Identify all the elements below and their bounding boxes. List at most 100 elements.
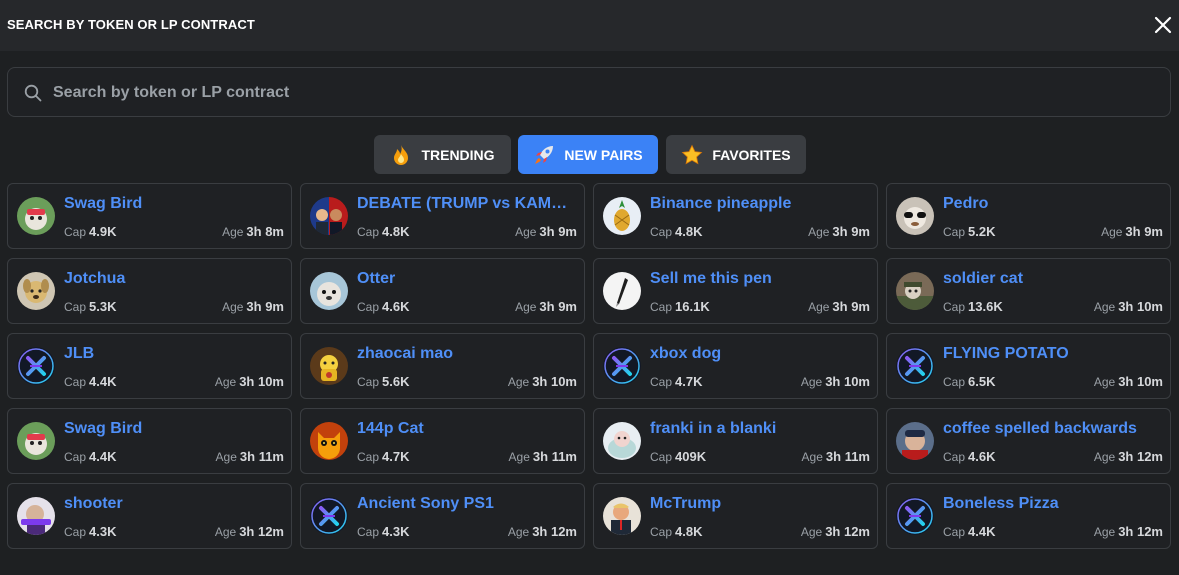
token-name[interactable]: zhaocai mao: [357, 345, 573, 363]
token-meta: Cap 4.4K Age 3h 11m: [64, 449, 284, 467]
token-meta: Cap 4.4K Age 3h 12m: [943, 524, 1163, 542]
token-name[interactable]: Sell me this pen: [650, 270, 866, 288]
cap-label: Cap: [650, 375, 673, 389]
cap-value: 13.6K: [968, 299, 1003, 314]
token-card[interactable]: Swag Bird Cap 4.9K Age 3h 8m: [7, 183, 292, 249]
token-card[interactable]: Boneless Pizza Cap 4.4K Age 3h 12m: [886, 483, 1171, 549]
age: Age 3h 9m: [808, 299, 870, 314]
age: Age 3h 10m: [1094, 299, 1163, 314]
token-card[interactable]: zhaocai mao Cap 5.6K Age 3h 10m: [300, 333, 585, 399]
tab-new-pairs[interactable]: NEW PAIRS: [518, 135, 658, 174]
token-card[interactable]: franki in a blanki Cap 409K Age 3h 11m: [593, 408, 878, 474]
age-value: 3h 9m: [832, 224, 870, 239]
cap-label: Cap: [943, 225, 966, 239]
token-card[interactable]: Ancient Sony PS1 Cap 4.3K Age 3h 12m: [300, 483, 585, 549]
tab-trending[interactable]: TRENDING: [374, 135, 511, 174]
age-label: Age: [1101, 225, 1123, 239]
cap-label: Cap: [650, 525, 673, 539]
token-card[interactable]: Swag Bird Cap 4.4K Age 3h 11m: [7, 408, 292, 474]
token-card[interactable]: McTrump Cap 4.8K Age 3h 12m: [593, 483, 878, 549]
age: Age 3h 10m: [1094, 374, 1163, 389]
token-name[interactable]: coffee spelled backwards: [943, 420, 1159, 438]
token-name[interactable]: McTrump: [650, 495, 866, 513]
cap-value: 4.9K: [89, 224, 117, 239]
token-name[interactable]: Ancient Sony PS1: [357, 495, 573, 513]
pedro-avatar: [896, 197, 934, 235]
token-name[interactable]: JLB: [64, 345, 280, 363]
age-value: 3h 12m: [532, 524, 577, 539]
token-meta: Cap 4.3K Age 3h 12m: [357, 524, 577, 542]
age-label: Age: [1093, 300, 1116, 314]
token-name[interactable]: Swag Bird: [64, 420, 280, 438]
token-name[interactable]: xbox dog: [650, 345, 866, 363]
token-card[interactable]: FLYING POTATO Cap 6.5K Age 3h 10m: [886, 333, 1171, 399]
token-name[interactable]: soldier cat: [943, 270, 1159, 288]
token-name[interactable]: FLYING POTATO: [943, 345, 1159, 363]
pen-avatar: [603, 272, 641, 310]
token-card[interactable]: JLB Cap 4.4K Age 3h 10m: [7, 333, 292, 399]
age-value: 3h 9m: [832, 299, 870, 314]
age: Age 3h 12m: [801, 524, 870, 539]
cap-value: 4.4K: [89, 449, 117, 464]
token-meta: Cap 4.9K Age 3h 8m: [64, 224, 284, 242]
token-name[interactable]: 144p Cat: [357, 420, 573, 438]
otter-avatar: [310, 272, 348, 310]
token-card[interactable]: xbox dog Cap 4.7K Age 3h 10m: [593, 333, 878, 399]
token-card[interactable]: coffee spelled backwards Cap 4.6K Age 3h 12m: [886, 408, 1171, 474]
age-value: 3h 11m: [825, 449, 870, 464]
token-name[interactable]: Otter: [357, 270, 573, 288]
dog-avatar: [17, 272, 55, 310]
token-card[interactable]: Otter Cap 4.6K Age 3h 9m: [300, 258, 585, 324]
close-icon[interactable]: [1154, 16, 1172, 34]
token-name[interactable]: shooter: [64, 495, 280, 513]
cap-label: Cap: [650, 450, 673, 464]
token-meta: Cap 5.2K Age 3h 9m: [943, 224, 1163, 242]
token-card[interactable]: soldier cat Cap 13.6K Age 3h 10m: [886, 258, 1171, 324]
token-name[interactable]: Pedro: [943, 195, 1159, 213]
token-card[interactable]: shooter Cap 4.3K Age 3h 12m: [7, 483, 292, 549]
token-meta: Cap 6.5K Age 3h 10m: [943, 374, 1163, 392]
tab-favorites[interactable]: FAVORITES: [666, 135, 806, 174]
search-input[interactable]: [51, 68, 1155, 118]
age-label: Age: [214, 375, 237, 389]
cap-label: Cap: [64, 450, 87, 464]
x-logo-avatar: [17, 347, 55, 385]
token-card[interactable]: Jotchua Cap 5.3K Age 3h 9m: [7, 258, 292, 324]
age-value: 3h 12m: [825, 524, 870, 539]
cap-value: 4.4K: [89, 374, 117, 389]
token-meta: Cap 4.3K Age 3h 12m: [64, 524, 284, 542]
cap-value: 5.2K: [968, 224, 996, 239]
age-label: Age: [808, 225, 830, 239]
cap-value: 5.6K: [382, 374, 410, 389]
token-name[interactable]: DEBATE (TRUMP vs KAMALA): [357, 195, 573, 213]
age-label: Age: [808, 300, 830, 314]
age-label: Age: [800, 375, 823, 389]
token-card[interactable]: Sell me this pen Cap 16.1K Age 3h 9m: [593, 258, 878, 324]
token-card[interactable]: Binance pineapple Cap 4.8K Age 3h 9m: [593, 183, 878, 249]
age-value: 3h 9m: [1125, 224, 1163, 239]
age-label: Age: [508, 450, 530, 464]
token-card[interactable]: Pedro Cap 5.2K Age 3h 9m: [886, 183, 1171, 249]
token-card[interactable]: DEBATE (TRUMP vs KAMALA) Cap 4.8K Age 3h 9m: [300, 183, 585, 249]
shooter-avatar: [17, 497, 55, 535]
cap-label: Cap: [650, 300, 673, 314]
token-name[interactable]: Boneless Pizza: [943, 495, 1159, 513]
search-box[interactable]: [7, 67, 1171, 118]
token-name[interactable]: Swag Bird: [64, 195, 280, 213]
age-label: Age: [1093, 525, 1116, 539]
token-card[interactable]: 144p Cat Cap 4.7K Age 3h 11m: [300, 408, 585, 474]
age-value: 3h 12m: [1118, 449, 1163, 464]
token-name[interactable]: Binance pineapple: [650, 195, 866, 213]
x-logo-avatar: [603, 347, 641, 385]
close-button[interactable]: [1150, 12, 1176, 38]
token-meta: Cap 4.7K Age 3h 11m: [357, 449, 577, 467]
token-name[interactable]: franki in a blanki: [650, 420, 866, 438]
token-name[interactable]: Jotchua: [64, 270, 280, 288]
coffee-avatar: [896, 422, 934, 460]
age: Age 3h 11m: [802, 449, 870, 464]
age: Age 3h 12m: [215, 524, 284, 539]
age-label: Age: [222, 225, 244, 239]
age-label: Age: [222, 300, 244, 314]
x-logo-avatar: [896, 347, 934, 385]
age-label: Age: [507, 375, 530, 389]
